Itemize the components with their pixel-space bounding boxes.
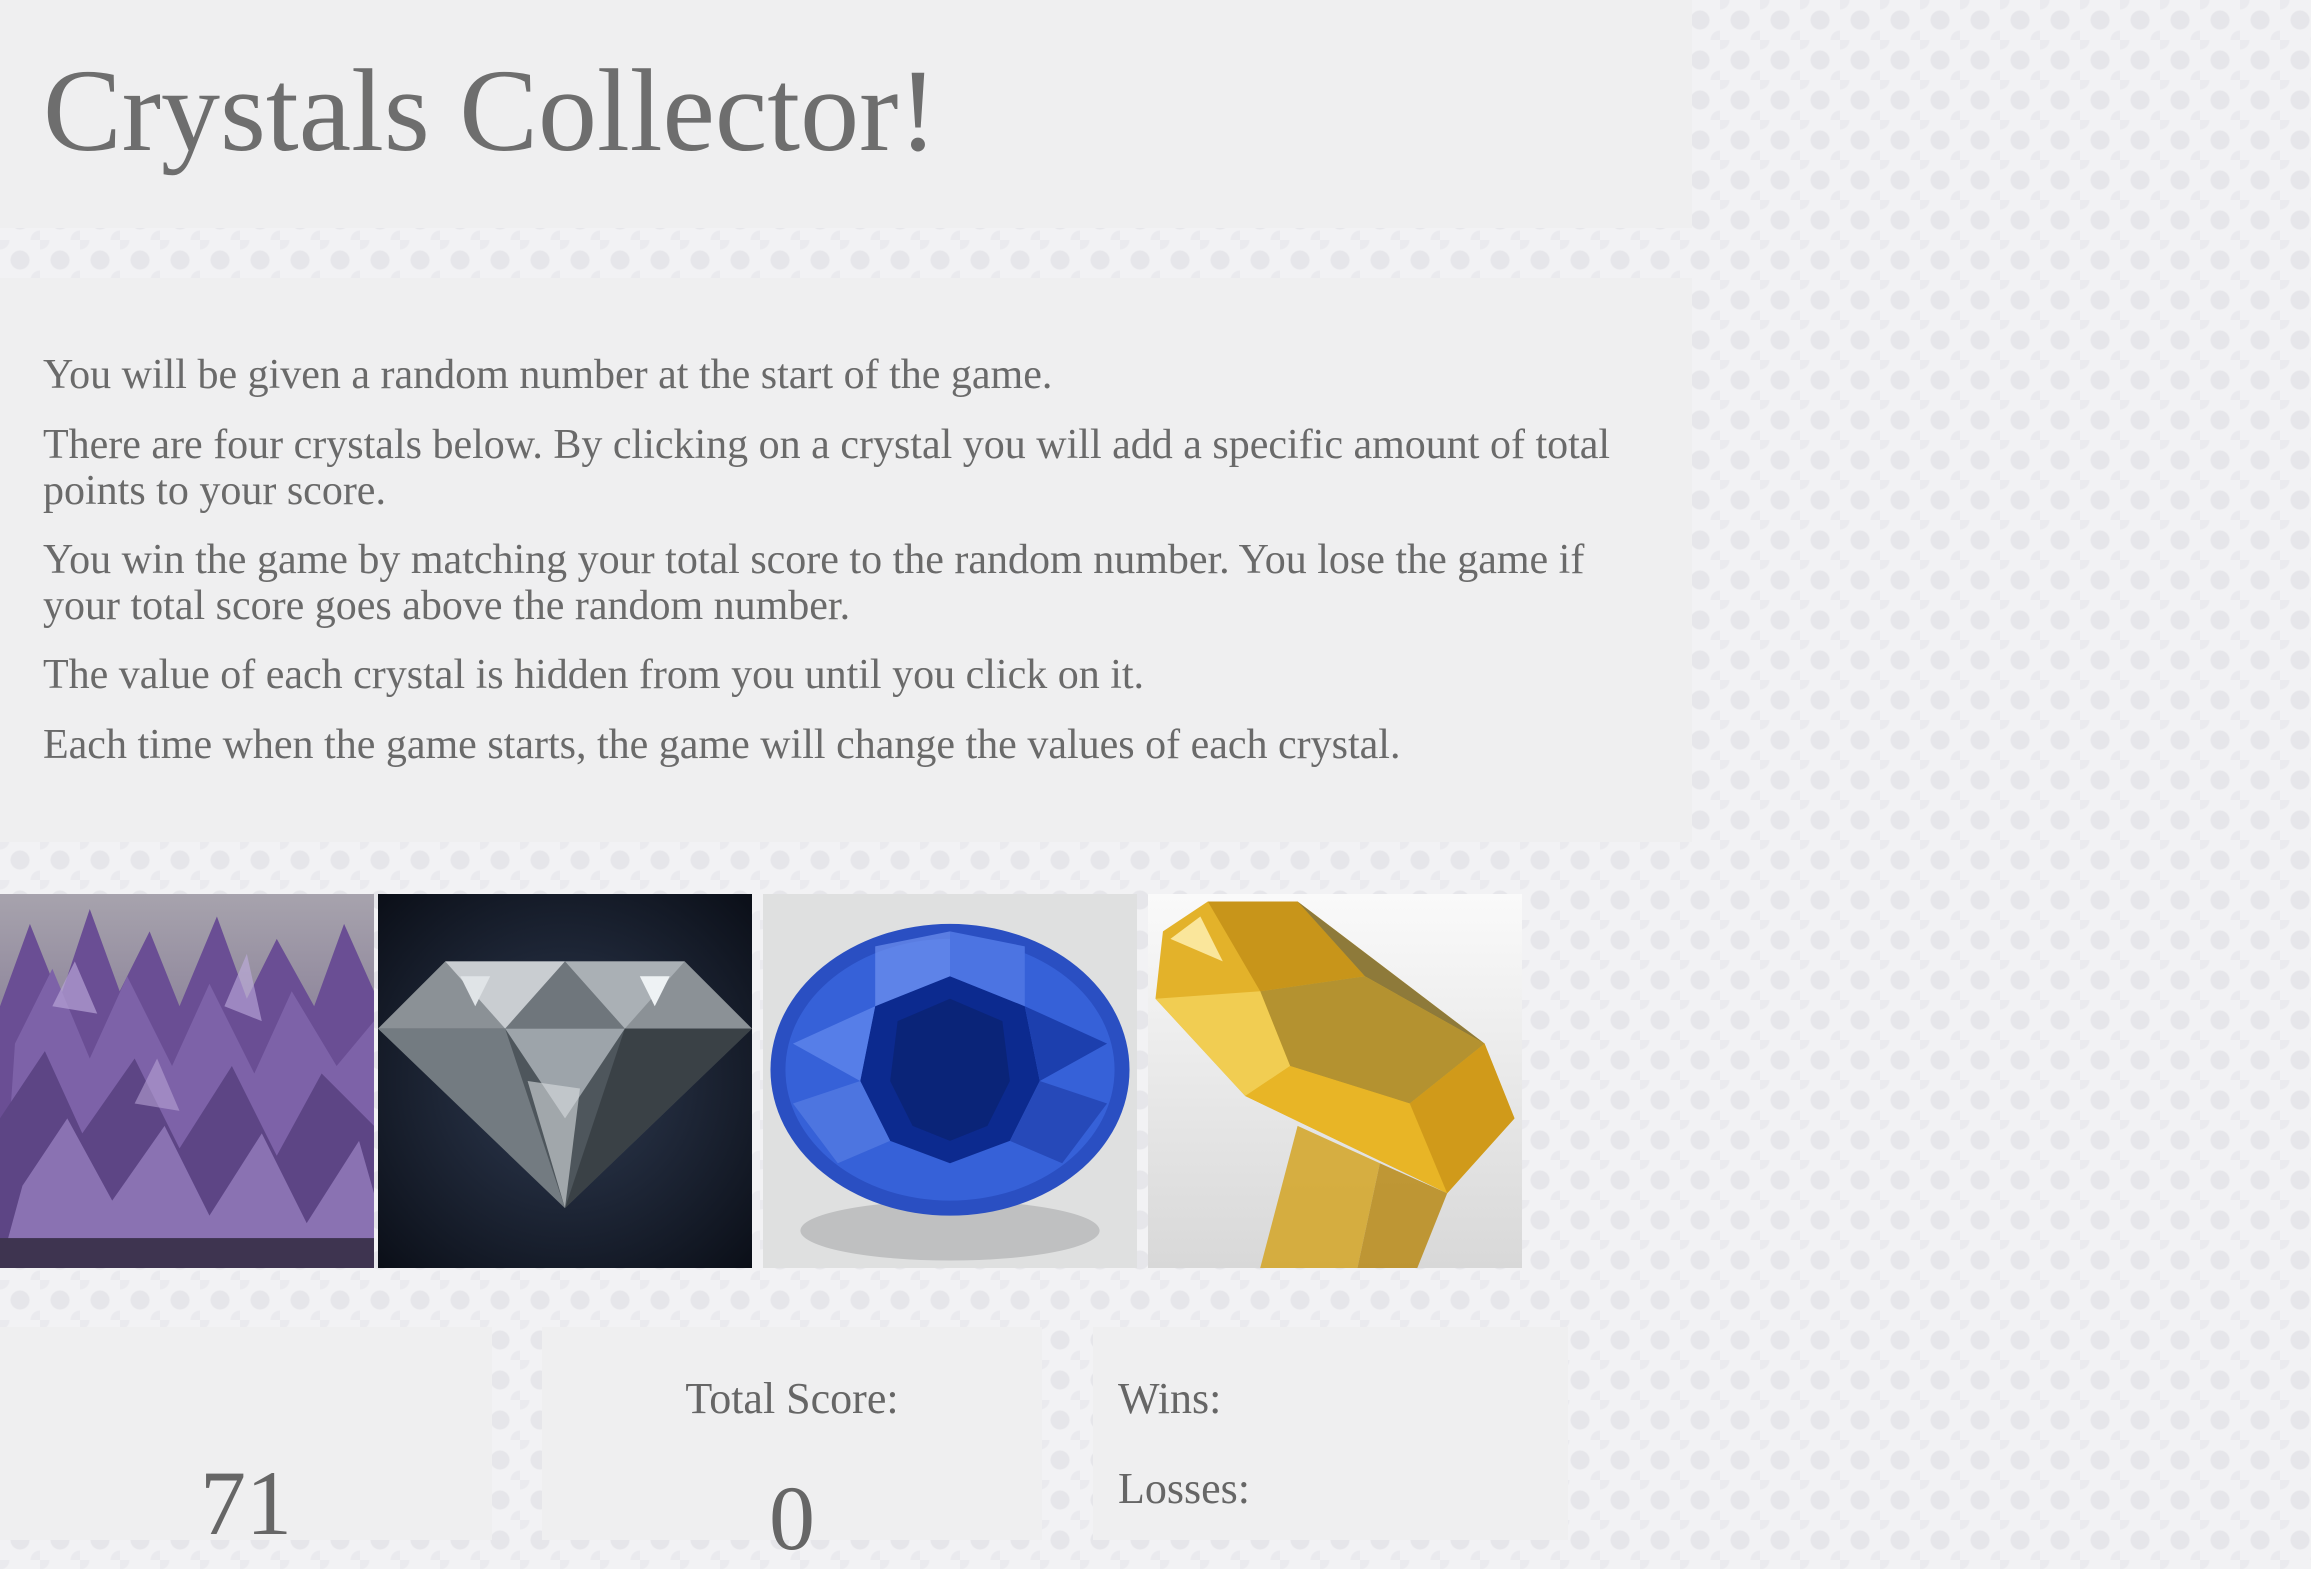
win-loss-panel: Wins: Losses: [1093, 1327, 1568, 1540]
sapphire-image [763, 894, 1137, 1268]
total-score-value: 0 [769, 1467, 815, 1569]
random-number-value: 71 [200, 1452, 292, 1554]
header-panel: Crystals Collector! [0, 0, 1692, 228]
instruction-line-4: The value of each crystal is hidden from… [43, 652, 1145, 698]
random-number-panel: 71 [0, 1327, 492, 1549]
total-score-label: Total Score: [685, 1374, 899, 1423]
instruction-line-3: You win the game by matching your total … [43, 537, 1585, 629]
wins-label: Wins: [1118, 1374, 1222, 1423]
crystal-amethyst-button[interactable] [0, 894, 374, 1268]
diamond-image [378, 894, 752, 1268]
crystal-sapphire-button[interactable] [763, 894, 1137, 1268]
citrine-image [1148, 894, 1522, 1268]
losses-label: Losses: [1118, 1464, 1250, 1513]
page-title: Crystals Collector! [43, 45, 938, 176]
amethyst-image [0, 894, 374, 1268]
instructions-panel: You will be given a random number at the… [0, 278, 1692, 842]
total-score-panel: Total Score: 0 [542, 1327, 1042, 1564]
instruction-line-5: Each time when the game starts, the game… [43, 722, 1401, 768]
crystal-citrine-button[interactable] [1148, 894, 1522, 1268]
instruction-line-1: You will be given a random number at the… [43, 352, 1053, 398]
crystal-diamond-button[interactable] [378, 894, 752, 1268]
instruction-line-2: There are four crystals below. By clicki… [43, 422, 1611, 514]
